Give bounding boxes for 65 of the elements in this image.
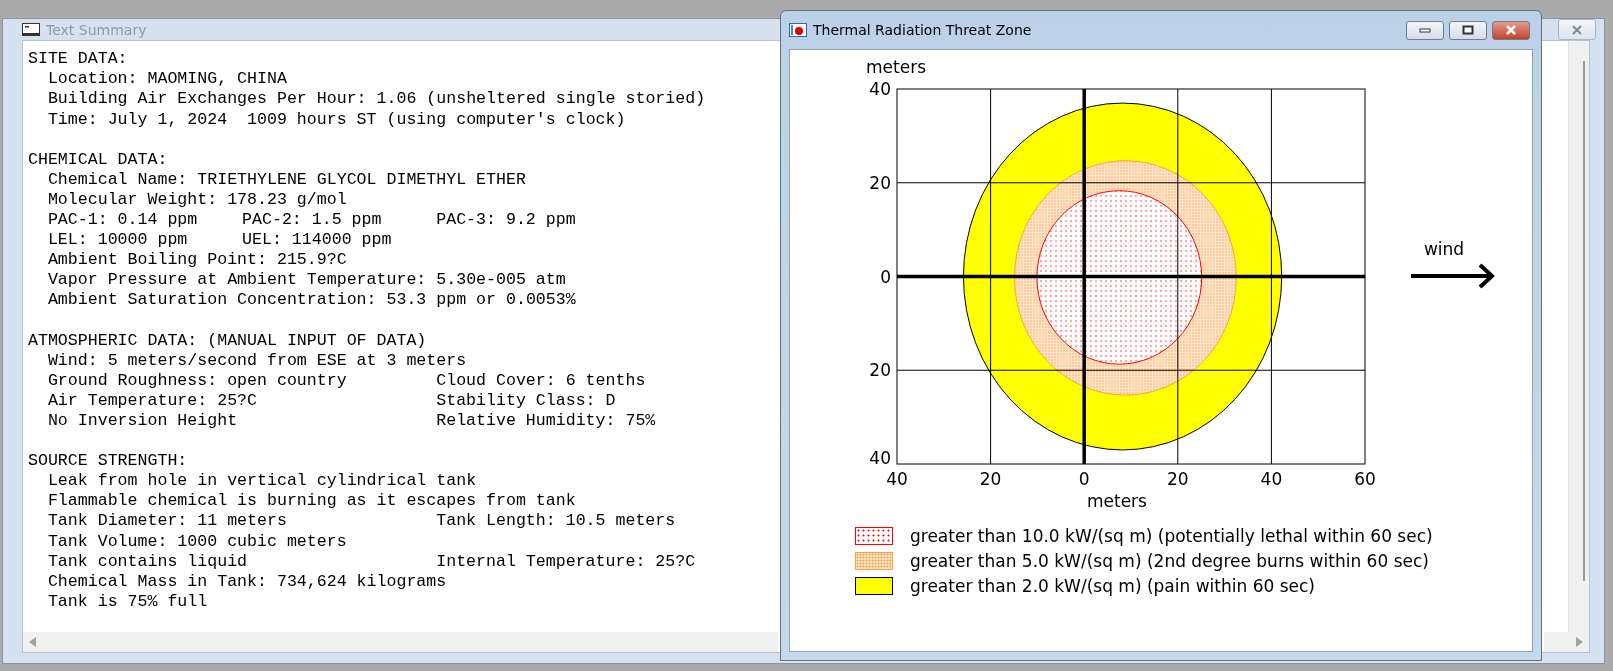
- section-heading: CHEMICAL DATA:: [28, 149, 168, 170]
- summary-text: Ambient Saturation Concentration: 53.3 ppm or 0.0053%: [47, 290, 576, 311]
- tick-label: 20: [979, 469, 1002, 489]
- section-heading: SOURCE STRENGTH:: [28, 451, 188, 472]
- summary-text: Air Temperature: 25?C: [47, 390, 259, 411]
- close-button[interactable]: [1558, 19, 1596, 41]
- scroll-left-icon[interactable]: [29, 637, 36, 647]
- axis-title: meters: [866, 57, 926, 77]
- section-heading: ATMOSPHERIC DATA: (MANUAL INPUT OF DATA): [28, 330, 427, 351]
- summary-text: Wind: 5 meters/second from ESE at 3 meters: [47, 350, 467, 371]
- axis-title: meters: [1086, 491, 1147, 511]
- window-title: Thermal Radiation Threat Zone: [813, 22, 1032, 38]
- summary-text: Chemical Mass in Tank: 734,624 kilograms: [47, 571, 447, 592]
- close-icon: [1571, 24, 1583, 35]
- window-icon: [22, 23, 40, 37]
- wind-arrow-icon: [1411, 263, 1495, 289]
- legend-label: greater than 2.0 kW/(sq m) (pain within 60 sec): [910, 576, 1315, 596]
- tick-label: 0: [880, 266, 891, 287]
- close-icon: [1505, 25, 1517, 35]
- tick-label: 20: [869, 360, 891, 381]
- maximize-button[interactable]: [1449, 20, 1487, 40]
- summary-text: Tank is 75% full: [47, 591, 208, 612]
- minimize-button[interactable]: [1406, 20, 1444, 40]
- tick-label: 60: [1354, 469, 1376, 489]
- summary-text: Leak from hole in vertical cylindrical tank: [47, 471, 477, 492]
- summary-text: Time: July 1, 2024 1009 hours ST (using computer's clock): [47, 109, 626, 130]
- summary-text: Relative Humidity: 75%: [436, 410, 656, 432]
- legend-label: greater than 10.0 kW/(sq m) (potentially lethal within 60 sec): [910, 526, 1433, 546]
- summary-text: Tank Volume: 1000 cubic meters: [47, 531, 347, 552]
- summary-text: PAC-2: 1.5 ppm: [242, 210, 383, 231]
- summary-text: LEL: 10000 ppm: [47, 230, 189, 251]
- section-heading: SITE DATA:: [28, 49, 128, 70]
- scroll-right-icon[interactable]: [1576, 637, 1583, 647]
- summary-text: Cloud Cover: 6 tenths: [436, 370, 646, 391]
- summary-text: Stability Class: D: [436, 390, 616, 411]
- summary-text: Molecular Weight: 178.23 g/mol: [47, 189, 347, 211]
- summary-text: PAC-3: 9.2 ppm: [436, 210, 576, 231]
- tick-label: 40: [1260, 469, 1283, 489]
- minimize-icon: [1419, 27, 1431, 33]
- summary-text: Flammable chemical is burning as it escapes from tank: [47, 491, 576, 512]
- summary-text: UEL: 114000 ppm: [242, 230, 392, 251]
- window-icon: [789, 23, 807, 37]
- summary-text: Tank contains liquid: [47, 551, 249, 572]
- tick-label: 40: [869, 79, 891, 99]
- summary-text: Location: MAOMING, CHINA: [47, 69, 287, 90]
- legend-label: greater than 5.0 kW/(sq m) (2nd degree burns within 60 sec): [910, 551, 1429, 571]
- summary-text: PAC-1: 0.14 ppm: [47, 210, 199, 231]
- summary-text: No Inversion Height: [47, 410, 239, 432]
- window-title: Text Summary: [46, 21, 147, 38]
- summary-text: Vapor Pressure at Ambient Temperature: 5.30e-005 atm: [47, 270, 566, 291]
- wind-label: wind: [1423, 239, 1465, 259]
- summary-text: Ambient Boiling Point: 215.9?C: [47, 250, 347, 271]
- tick-label: 40: [886, 469, 908, 489]
- summary-text: Tank Diameter: 11 meters: [47, 511, 288, 532]
- summary-text: Tank Length: 10.5 meters: [436, 511, 676, 532]
- summary-text: Building Air Exchanges Per Hour: 1.06 (unsheltered single storied): [47, 89, 706, 110]
- tick-label: 40: [869, 448, 891, 468]
- close-button[interactable]: [1492, 20, 1530, 40]
- tick-label: 20: [869, 172, 891, 193]
- summary-text: Chemical Name: TRIETHYLENE GLYCOL DIMETHYL ETHER: [47, 169, 526, 190]
- summary-text: Ground Roughness: open country: [47, 370, 348, 391]
- tick-label: 20: [1167, 469, 1189, 489]
- summary-text: Internal Temperature: 25?C: [436, 551, 696, 572]
- tick-label: 0: [1078, 469, 1090, 489]
- maximize-icon: [1462, 25, 1474, 35]
